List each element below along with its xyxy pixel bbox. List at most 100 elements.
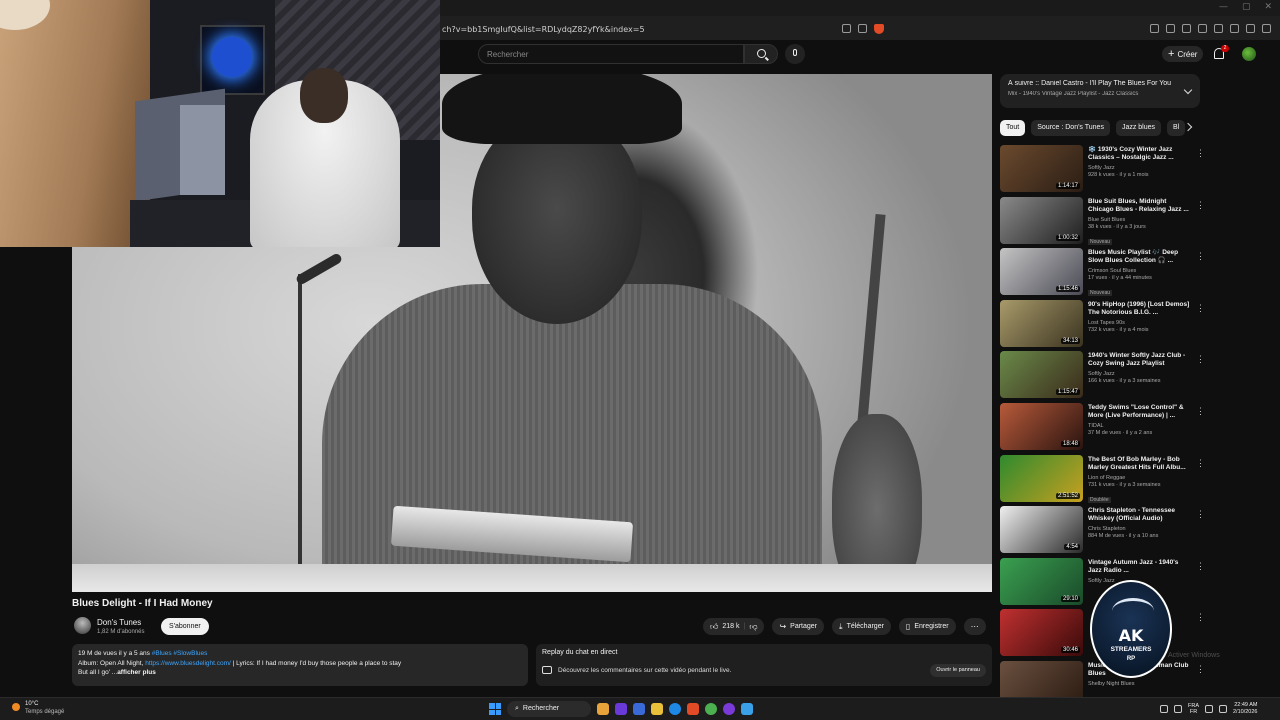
clock[interactable]: 22:49 AM 2/10/2026 — [1233, 702, 1257, 716]
playlist-panel[interactable]: À suivre :: Daniel Castro - I'll Play Th… — [1000, 74, 1200, 108]
app-icon[interactable] — [597, 703, 609, 715]
video-thumbnail[interactable]: 2:51:52 — [1000, 454, 1083, 502]
channel-name[interactable]: Crimson Soul Blues — [1088, 268, 1192, 274]
language-indicator[interactable]: FRA FR — [1188, 703, 1199, 715]
share-icon[interactable] — [858, 24, 867, 33]
notepad-icon[interactable] — [741, 703, 753, 715]
description-link[interactable]: https://www.bluesdelight.com/ — [145, 660, 231, 667]
more-vert-icon[interactable]: ⋮ — [1196, 252, 1205, 261]
page-info-icon[interactable] — [842, 24, 851, 33]
view-info: 928 k vues · il y a 1 mois — [1088, 172, 1149, 178]
channel-name[interactable]: Lost Tapes 90s — [1088, 320, 1192, 326]
channel-name[interactable]: Lion of Reggae — [1088, 475, 1192, 481]
video-thumbnail[interactable]: 1:15:46 — [1000, 248, 1083, 296]
tray-icon[interactable] — [1160, 705, 1168, 713]
extension-icon[interactable] — [1166, 24, 1175, 33]
more-vert-icon[interactable]: ⋮ — [1196, 510, 1205, 519]
tray-icon[interactable] — [1174, 705, 1182, 713]
video-thumbnail[interactable]: 18:48 — [1000, 402, 1083, 450]
video-duration: 30:46 — [1060, 647, 1080, 654]
more-vert-icon[interactable]: ⋮ — [1196, 406, 1205, 416]
thumbs-down-icon[interactable]: 👎︎ — [749, 618, 757, 635]
video-thumbnail[interactable]: 1:15:47 — [1000, 351, 1083, 399]
show-more-link[interactable]: afficher plus — [117, 669, 156, 676]
create-button[interactable]: + Créer — [1162, 46, 1204, 62]
channel-avatar[interactable] — [74, 617, 91, 634]
wifi-icon[interactable] — [1205, 705, 1213, 713]
related-video-item[interactable]: 18:48 Teddy Swims "Lose Control" & More (… — [1000, 402, 1205, 455]
user-avatar[interactable] — [1242, 47, 1256, 61]
more-vert-icon[interactable]: ⋮ — [1196, 355, 1205, 364]
related-video-item[interactable]: 34:13 90's HipHop (1996) [Lost Demos] The… — [1000, 299, 1205, 352]
channel-name[interactable]: TIDAL — [1088, 423, 1192, 429]
playlist-icon[interactable] — [1182, 24, 1191, 33]
channel-name[interactable]: Softly Jazz — [1088, 371, 1192, 377]
download-label: Télécharger — [846, 623, 884, 630]
store-icon[interactable] — [633, 703, 645, 715]
chat-title: Replay du chat en direct — [542, 649, 618, 656]
menu-icon[interactable] — [1262, 24, 1271, 33]
app-icon[interactable] — [705, 703, 717, 715]
system-tray: FRA FR 22:49 AM 2/10/2026 — [1160, 702, 1257, 716]
channel-name[interactable]: Don's Tunes — [97, 618, 141, 627]
close-icon[interactable]: ✕ — [1264, 2, 1272, 12]
video-thumbnail[interactable]: 30:46 — [1000, 609, 1083, 657]
voice-search-button[interactable] — [785, 44, 805, 64]
filter-chip[interactable]: Jazz blues — [1115, 120, 1162, 136]
brave-shield-icon[interactable] — [874, 24, 884, 34]
save-button[interactable]: ▯ Enregistrer — [898, 618, 956, 635]
channel-name[interactable]: Shelby Night Blues — [1088, 681, 1192, 687]
related-video-item[interactable]: 1:14:17 ❄️ 1930's Cozy Winter Jazz Classi… — [1000, 145, 1205, 197]
channel-name[interactable]: Chris Stapleton — [1088, 526, 1192, 532]
mic-stand — [298, 274, 302, 592]
hashtags[interactable]: #Blues #SlowBlues — [152, 650, 208, 657]
more-vert-icon[interactable]: ⋮ — [1196, 664, 1205, 674]
share-button[interactable]: ↪ Partager — [772, 618, 825, 635]
related-video-item[interactable]: 1:15:46 Blues Music Playlist 🎶 Deep Slow … — [1000, 248, 1205, 300]
subscribe-button[interactable]: S'abonner — [161, 618, 209, 635]
video-thumbnail[interactable]: 29:10 — [1000, 557, 1083, 605]
more-vert-icon[interactable]: ⋮ — [1196, 303, 1205, 313]
video-thumbnail[interactable]: 1:00:32 — [1000, 196, 1083, 244]
filter-chip[interactable]: Bl — [1167, 120, 1186, 136]
related-video-item[interactable]: 1:15:47 1940's Winter Softly Jazz Club - … — [1000, 351, 1205, 403]
more-vert-icon[interactable]: ⋮ — [1196, 613, 1205, 622]
more-vert-icon[interactable]: ⋮ — [1196, 200, 1205, 210]
download-button[interactable]: ⤓ Télécharger — [832, 618, 891, 635]
extension-icon[interactable] — [1150, 24, 1159, 33]
more-vert-icon[interactable]: ⋮ — [1196, 149, 1205, 158]
more-actions-button[interactable]: ⋯ — [963, 618, 986, 635]
like-button[interactable]: 👍︎ 218 k | 👎︎ — [703, 618, 765, 635]
related-video-item[interactable]: 4:54 Chris Stapleton - Tennessee Whiskey … — [1000, 506, 1205, 558]
playlist-subtitle: Mix - 1940's Vintage Jazz Playlist - Jaz… — [1008, 91, 1139, 97]
related-video-item[interactable]: 1:00:32 Blue Suit Blues, Midnight Chicago… — [1000, 196, 1205, 249]
maximize-icon[interactable]: ▢ — [1242, 2, 1251, 12]
minimize-icon[interactable]: — — [1219, 2, 1228, 12]
brave-icon[interactable] — [687, 703, 699, 715]
filter-chip[interactable]: Source : Don's Tunes — [1031, 120, 1110, 136]
more-vert-icon[interactable]: ⋮ — [1196, 458, 1205, 468]
obs-icon[interactable] — [723, 703, 735, 715]
tab-icon[interactable] — [1214, 24, 1223, 33]
video-thumbnail[interactable]: 34:13 — [1000, 299, 1083, 347]
search-button[interactable] — [744, 44, 778, 64]
taskbar-search[interactable]: ⌕ Rechercher — [507, 701, 591, 717]
video-thumbnail[interactable]: 4:54 — [1000, 506, 1083, 554]
video-thumbnail[interactable]: 1:14:17 — [1000, 145, 1083, 192]
channel-name[interactable]: Blue Suit Blues — [1088, 217, 1192, 223]
edge-icon[interactable] — [669, 703, 681, 715]
description-box[interactable]: 19 M de vues il y a 5 ans #Blues #SlowBl… — [72, 644, 528, 686]
wallet-icon[interactable] — [1230, 24, 1239, 33]
filter-chip[interactable]: Tout — [1000, 120, 1026, 136]
more-vert-icon[interactable]: ⋮ — [1196, 561, 1205, 571]
related-video-item[interactable]: 2:51:52 The Best Of Bob Marley - Bob Marl… — [1000, 454, 1205, 507]
file-explorer-icon[interactable] — [651, 703, 663, 715]
volume-icon[interactable] — [1219, 705, 1227, 713]
app-icon[interactable] — [615, 703, 627, 715]
open-chat-button[interactable]: Ouvrir le panneau — [930, 664, 986, 677]
vpn-icon[interactable] — [1246, 24, 1255, 33]
windows-start-icon[interactable] — [489, 703, 501, 715]
search-input[interactable]: Rechercher — [478, 44, 744, 64]
channel-name[interactable]: Softly Jazz — [1088, 165, 1192, 171]
sidebar-icon[interactable] — [1198, 24, 1207, 33]
